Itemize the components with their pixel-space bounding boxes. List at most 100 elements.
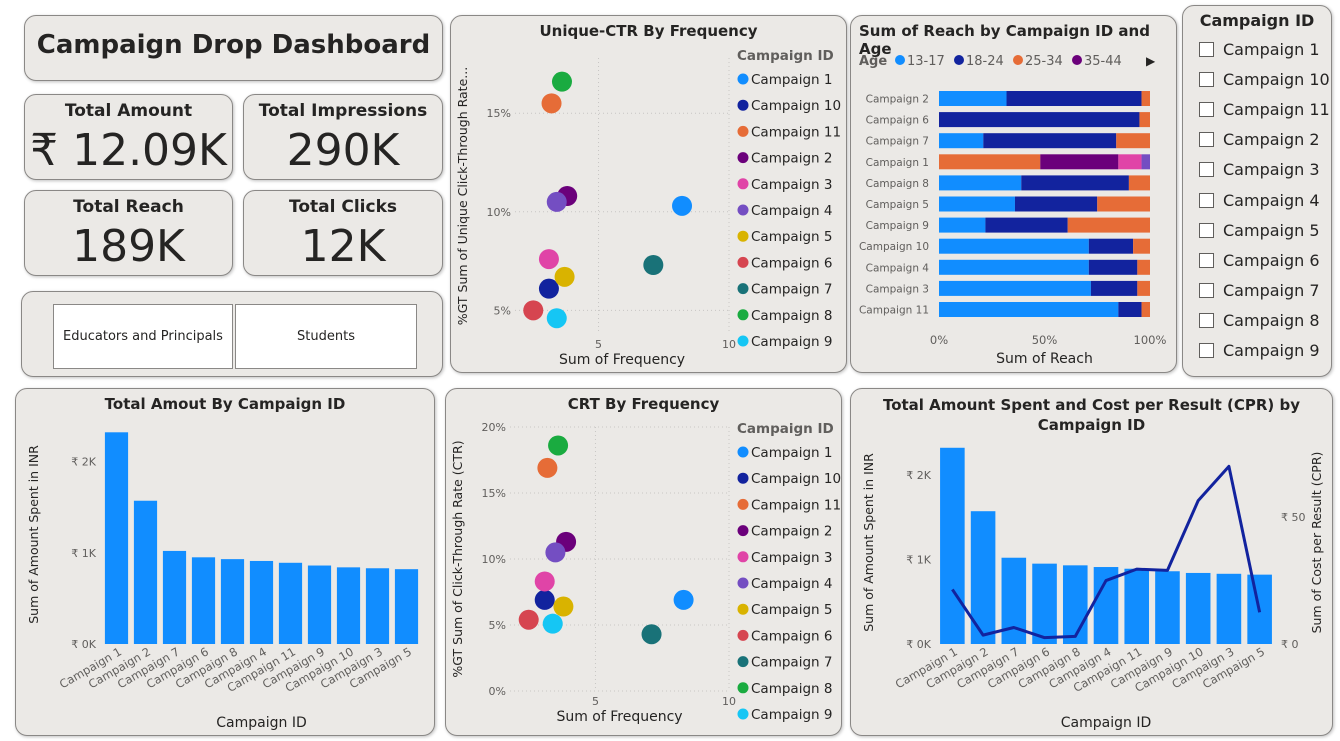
campaign-slicer-option[interactable]: Campaign 9 [1199, 341, 1320, 360]
checkbox-icon[interactable] [1199, 192, 1214, 208]
bar [336, 567, 361, 644]
checkbox-icon[interactable] [1199, 42, 1214, 57]
checkbox-icon[interactable] [1199, 282, 1214, 298]
checkbox-icon[interactable] [1199, 312, 1214, 328]
bar [104, 432, 129, 644]
stacked-bar-segment [1141, 302, 1150, 317]
campaign-slicer-option-label: Campaign 8 [1223, 310, 1320, 330]
legend-label: Campaign 3 [751, 177, 832, 193]
amount-cpr-chart-card: Total Amount Spent and Cost per Result (… [850, 388, 1333, 736]
scatter-point [673, 589, 694, 610]
checkbox-icon[interactable] [1199, 162, 1214, 178]
stacked-bar-segment [939, 196, 1015, 212]
reach-age-chart-card: Sum of Reach by Campaign ID and Age Age 1… [850, 15, 1177, 373]
legend-next-icon: ▶ [1146, 54, 1156, 68]
x-tick-label: 0% [930, 333, 948, 347]
y-axis-label: Sum of Amount Spent in INR [861, 453, 876, 632]
y-tick-label: 15% [487, 107, 511, 120]
legend-label: Campaign 6 [751, 255, 832, 271]
legend-label: Campaign 9 [751, 334, 832, 350]
stacked-bar-segment [1021, 175, 1129, 191]
legend-marker [737, 309, 749, 321]
kpi-label: Total Amount [64, 101, 193, 121]
checkbox-icon[interactable] [1199, 252, 1214, 268]
legend-marker [954, 55, 964, 65]
stacked-bar-segment [1137, 280, 1150, 296]
campaign-slicer-option[interactable]: Campaign 11 [1199, 100, 1330, 119]
campaign-slicer-option[interactable]: Campaign 5 [1199, 221, 1320, 240]
campaign-slicer-option[interactable]: Campaign 4 [1199, 191, 1320, 210]
legend-marker [737, 256, 749, 268]
campaign-slicer-option-label: Campaign 10 [1223, 70, 1330, 90]
y-tick-label: Campaign 2 [866, 94, 929, 106]
legend-marker [737, 152, 749, 164]
checkbox-icon[interactable] [1199, 102, 1214, 118]
bar [394, 569, 419, 644]
y-tick-label: Campaign 4 [866, 262, 930, 274]
bar [191, 557, 216, 644]
stacked-bar-segment [939, 217, 986, 233]
y-tick-label: Campaign 3 [866, 283, 929, 295]
x-axis-label: Campaign ID [1061, 715, 1151, 731]
stacked-bar-segment [1097, 196, 1150, 212]
campaign-slicer-option[interactable]: Campaign 7 [1199, 281, 1320, 300]
campaign-slicer-option[interactable]: Campaign 10 [1199, 70, 1330, 89]
legend-marker [737, 551, 749, 563]
stacked-bar-segment [1141, 154, 1150, 170]
stacked-bar-segment [939, 175, 1022, 191]
stacked-bar-segment [1067, 217, 1150, 233]
y2-tick-label: ₹ 50 [1281, 511, 1306, 524]
bar [1062, 565, 1088, 644]
y-tick-label: ₹ 1K [906, 553, 931, 566]
legend-marker [737, 204, 749, 216]
campaign-slicer-option-label: Campaign 6 [1223, 250, 1320, 270]
y-tick-label: Campaign 6 [866, 115, 930, 127]
y-tick-label: Campaign 9 [866, 220, 929, 232]
legend-label: Campaign 4 [751, 203, 832, 219]
stacked-bar-segment [939, 259, 1089, 275]
y-tick-label: 5% [489, 619, 506, 632]
stacked-bar-segment [1116, 133, 1150, 149]
campaign-slicer-option[interactable]: Campaign 1 [1199, 40, 1320, 59]
kpi-total-clicks: Total Clicks 12K [243, 190, 443, 276]
legend-marker [737, 125, 749, 137]
campaign-slicer-option-label: Campaign 4 [1223, 190, 1320, 210]
checkbox-icon[interactable] [1199, 222, 1214, 238]
legend-marker [737, 708, 749, 720]
campaign-slicer-title: Campaign ID [1199, 11, 1315, 30]
stacked-bar-segment [1040, 154, 1119, 170]
stacked-bar-segment [985, 217, 1068, 233]
kpi-total-impressions: Total Impressions 290K [243, 94, 443, 180]
x-tick-label: 5 [592, 695, 599, 708]
kpi-total-reach: Total Reach 189K [24, 190, 233, 276]
legend-marker [737, 498, 749, 510]
legend-marker [737, 73, 749, 85]
stacked-bar-segment [1128, 175, 1150, 191]
checkbox-icon[interactable] [1199, 343, 1214, 358]
scatter-point [546, 308, 567, 329]
legend-marker [737, 99, 749, 111]
campaign-slicer-option-label: Campaign 7 [1223, 280, 1320, 300]
campaign-slicer-option[interactable]: Campaign 3 [1199, 160, 1320, 179]
legend-label: Campaign 11 [751, 124, 841, 140]
y-tick-label: 15% [482, 487, 506, 500]
scatter-point [534, 571, 555, 592]
legend-marker [737, 629, 749, 641]
stacked-bar-segment [1118, 154, 1142, 170]
legend-label: 18-24 [966, 54, 1004, 69]
checkbox-icon[interactable] [1199, 72, 1214, 88]
stacked-bar-segment [1137, 259, 1150, 275]
stacked-bar-segment [939, 112, 1140, 128]
slicer-option-students[interactable]: Students [235, 304, 417, 369]
campaign-slicer-option[interactable]: Campaign 2 [1199, 130, 1320, 149]
scatter-point [554, 266, 575, 287]
campaign-slicer-option[interactable]: Campaign 6 [1199, 251, 1320, 270]
slicer-option-educators[interactable]: Educators and Principals [53, 304, 233, 369]
campaign-slicer-option[interactable]: Campaign 8 [1199, 311, 1320, 330]
checkbox-icon[interactable] [1199, 132, 1214, 148]
campaign-slicer-option-label: Campaign 5 [1223, 220, 1320, 240]
bar [1216, 573, 1242, 644]
y-tick-label: 10% [482, 553, 506, 566]
bar [365, 568, 390, 644]
stacked-bar-segment [1006, 91, 1142, 106]
